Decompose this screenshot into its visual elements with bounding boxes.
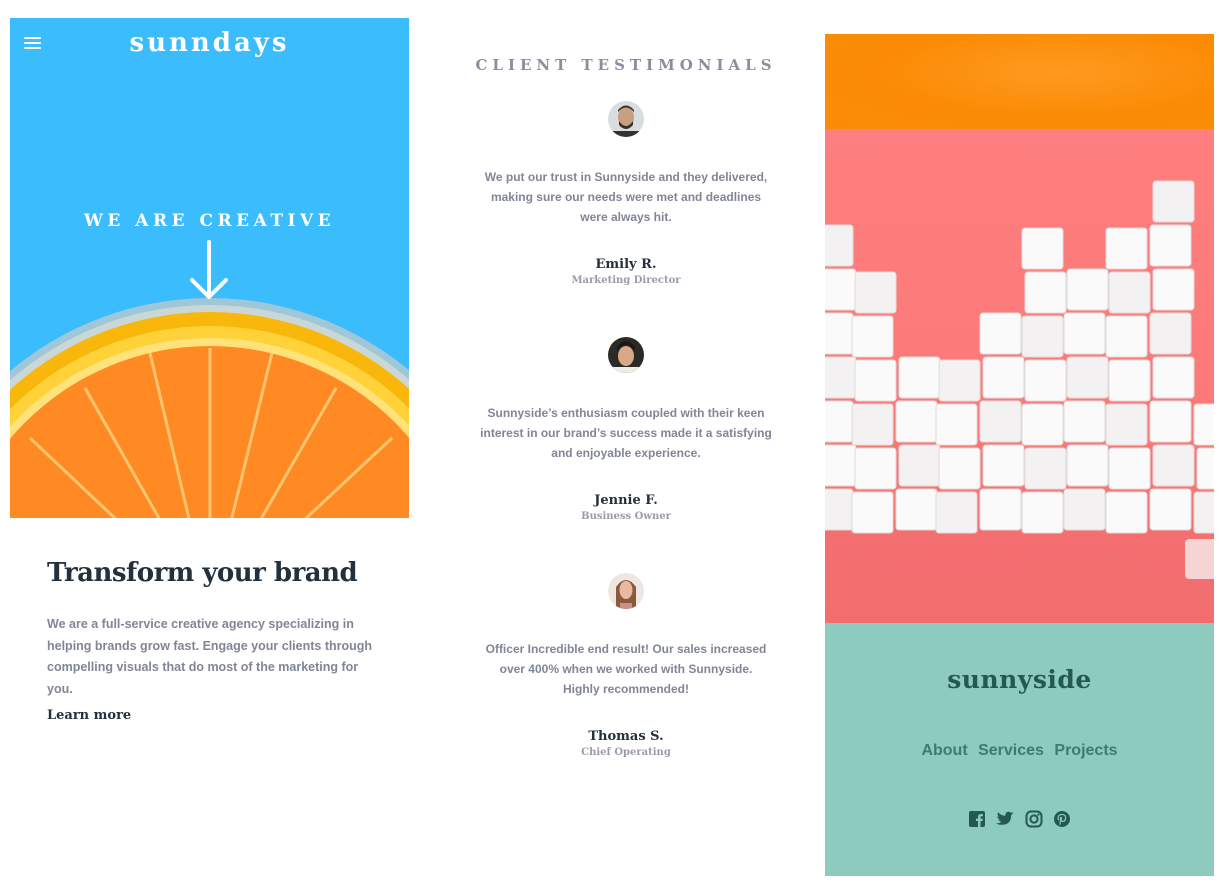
facebook-icon[interactable] bbox=[967, 810, 987, 830]
avatar bbox=[608, 337, 644, 373]
testimonial-role: Chief Operating bbox=[581, 747, 671, 758]
testimonial-quote: We put our trust in Sunnyside and they d… bbox=[484, 170, 768, 224]
testimonial-name: Emily R. bbox=[595, 257, 657, 272]
testimonial-quote: Sunnyside’s enthusiasm coupled with thei… bbox=[480, 406, 772, 460]
testimonial-quote: Officer Incredible end result! Our sales… bbox=[485, 642, 767, 696]
testimonial-name: Jennie F. bbox=[594, 493, 658, 508]
instagram-icon[interactable] bbox=[1024, 810, 1044, 830]
brand-logo[interactable]: sunndays bbox=[10, 28, 409, 58]
footer-logo[interactable]: sunnyside bbox=[825, 665, 1214, 694]
orange-image-strip bbox=[825, 34, 1214, 129]
footer: sunnyside About Services Projects bbox=[825, 623, 1214, 876]
learn-more-link[interactable]: Learn more bbox=[47, 708, 131, 723]
testimonial-role: Marketing Director bbox=[571, 275, 681, 286]
pinterest-icon[interactable] bbox=[1052, 810, 1072, 830]
testimonial-card: Sunnyside’s enthusiasm coupled with thei… bbox=[468, 337, 784, 522]
hero-section: sunndays WE ARE CREATIVE bbox=[10, 18, 409, 518]
testimonial-name: Thomas S. bbox=[588, 729, 664, 744]
testimonial-card: Officer Incredible end result! Our sales… bbox=[468, 573, 784, 758]
footer-nav: About Services Projects bbox=[825, 742, 1214, 760]
testimonials-heading: CLIENT TESTIMONIALS bbox=[475, 56, 777, 74]
arrow-down-icon[interactable] bbox=[188, 240, 230, 302]
social-links bbox=[825, 810, 1214, 830]
hero-tagline: WE ARE CREATIVE bbox=[83, 211, 336, 231]
sugar-cubes-image bbox=[825, 129, 1214, 623]
intro-body: We are a full-service creative agency sp… bbox=[47, 617, 373, 696]
footer-link-services[interactable]: Services bbox=[978, 742, 1044, 759]
twitter-icon[interactable] bbox=[995, 810, 1015, 830]
footer-link-about[interactable]: About bbox=[921, 742, 967, 759]
testimonial-role: Business Owner bbox=[581, 511, 671, 522]
intro-title: Transform your brand bbox=[47, 558, 358, 588]
avatar bbox=[608, 101, 644, 137]
avatar bbox=[608, 573, 644, 609]
footer-link-projects[interactable]: Projects bbox=[1054, 742, 1117, 759]
testimonial-card: We put our trust in Sunnyside and they d… bbox=[468, 101, 784, 286]
